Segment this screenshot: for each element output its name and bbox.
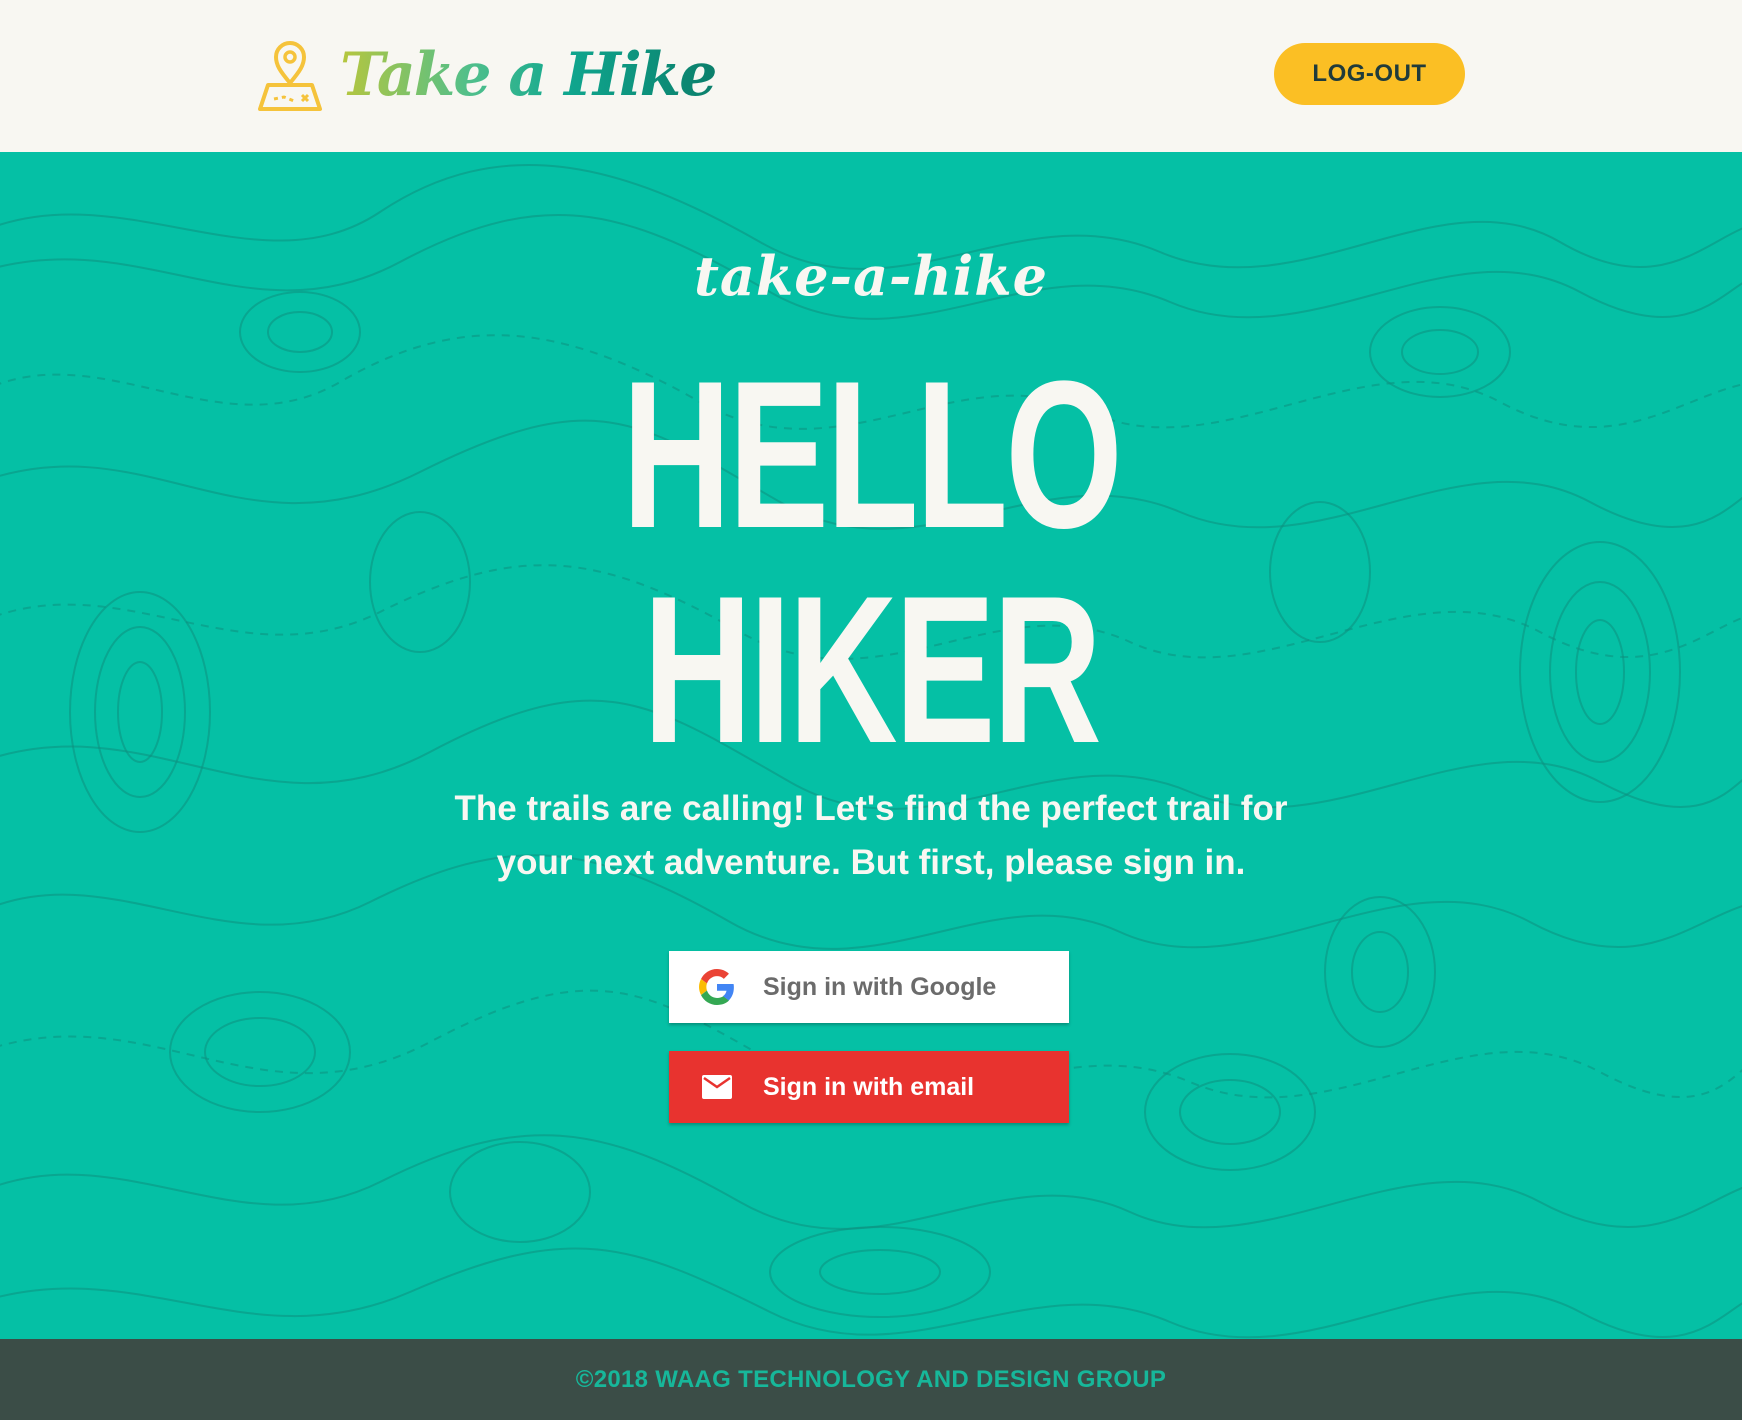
- hero-section: take-a-hike HELLO HIKER The trails are c…: [0, 152, 1742, 1339]
- sign-in-google-button[interactable]: Sign in with Google: [669, 951, 1069, 1023]
- intro-line-2: your next adventure. But first, please s…: [496, 843, 1246, 882]
- headline-hello: HELLO: [622, 337, 1123, 572]
- brand-logo[interactable]: Take a Hike: [250, 34, 717, 116]
- headline-hiker: HIKER: [642, 552, 1102, 787]
- map-pin-icon: [258, 41, 322, 111]
- google-icon: [697, 967, 737, 1007]
- intro-text: The trails are calling! Let's find the p…: [450, 782, 1292, 890]
- site-footer: ©2018 WAAG TECHNOLOGY AND DESIGN GROUP: [0, 1339, 1742, 1420]
- intro-line-1: The trails are calling! Let's find the p…: [454, 789, 1288, 828]
- sign-in-email-label: Sign in with email: [763, 1072, 975, 1101]
- sign-in-email-button[interactable]: Sign in with email: [669, 1051, 1069, 1123]
- brand-name: Take a Hike: [340, 40, 717, 110]
- site-header: Take a Hike LOG-OUT: [0, 0, 1742, 152]
- copyright-text: ©2018 WAAG TECHNOLOGY AND DESIGN GROUP: [575, 1365, 1167, 1393]
- logout-button[interactable]: LOG-OUT: [1274, 43, 1465, 105]
- tagline: take-a-hike: [693, 244, 1049, 308]
- envelope-icon: [697, 1067, 737, 1107]
- sign-in-google-label: Sign in with Google: [763, 972, 997, 1001]
